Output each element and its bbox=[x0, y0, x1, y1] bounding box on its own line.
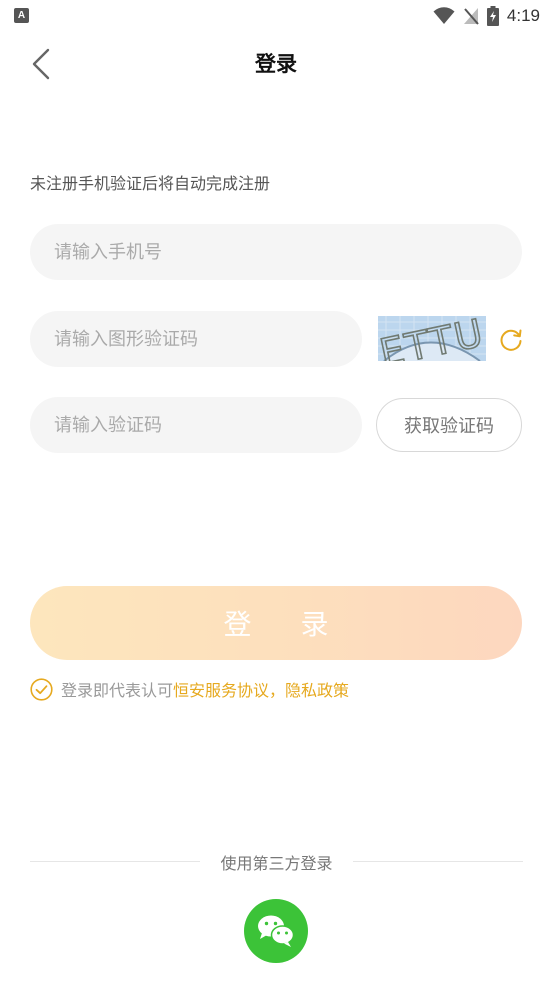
divider-left bbox=[30, 861, 200, 862]
captcha-field bbox=[30, 311, 362, 367]
agree-check-icon[interactable] bbox=[30, 677, 53, 701]
phone-input[interactable] bbox=[30, 224, 522, 280]
page-title: 登录 bbox=[255, 52, 297, 76]
register-hint: 未注册手机验证后将自动完成注册 bbox=[30, 174, 271, 193]
sms-code-input[interactable] bbox=[30, 397, 362, 453]
header: 登录 bbox=[0, 36, 552, 90]
wifi-icon bbox=[433, 7, 455, 24]
notification-app-icon: A bbox=[14, 8, 29, 23]
status-time: 4:19 bbox=[506, 6, 540, 25]
privacy-link[interactable]: 隐私政策 bbox=[285, 677, 349, 701]
wechat-icon bbox=[258, 915, 295, 947]
battery-charging-icon bbox=[486, 6, 499, 26]
wechat-login-button[interactable] bbox=[244, 899, 308, 963]
no-signal-icon bbox=[463, 8, 479, 25]
agreement-row: 登录即代表认可 恒安服务协议 ， 隐私政策 bbox=[30, 677, 349, 701]
terms-link[interactable]: 恒安服务协议 bbox=[173, 677, 269, 701]
agreement-prefix: 登录即代表认可 bbox=[61, 681, 174, 700]
captcha-image[interactable]: ETTU bbox=[378, 316, 486, 361]
refresh-captcha-button[interactable] bbox=[498, 327, 524, 353]
captcha-graphic: ETTU bbox=[378, 316, 486, 361]
login-button[interactable]: 登 录 bbox=[30, 586, 522, 660]
status-icons: 4:19 bbox=[433, 5, 540, 27]
captcha-input[interactable] bbox=[30, 311, 362, 367]
sms-code-field bbox=[30, 397, 362, 453]
third-party-label: 使用第三方登录 bbox=[220, 854, 333, 873]
agreement-separator: ， bbox=[269, 681, 286, 700]
divider-right bbox=[353, 861, 523, 862]
get-code-button[interactable]: 获取验证码 bbox=[376, 398, 522, 452]
phone-field bbox=[30, 224, 522, 280]
status-bar: A 4:19 bbox=[0, 0, 552, 32]
refresh-icon bbox=[500, 329, 522, 351]
